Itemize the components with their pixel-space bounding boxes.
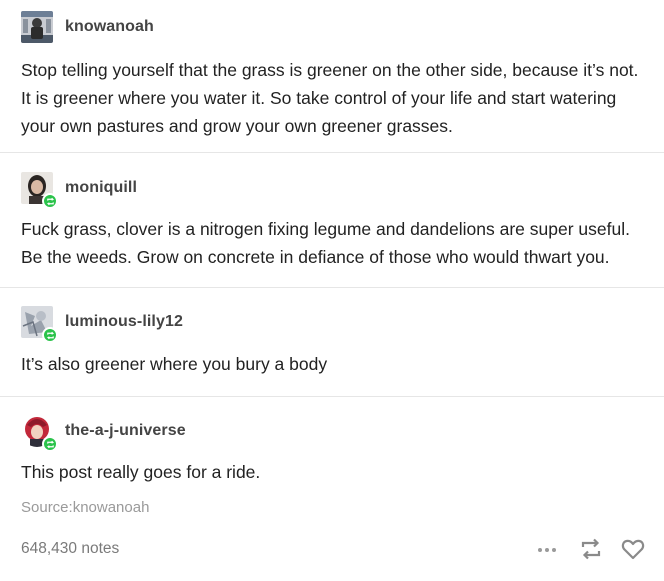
reblog-text: This post really goes for a ride.: [21, 462, 261, 482]
username-link[interactable]: luminous-lily12: [65, 313, 183, 331]
tumblr-post: knowanoah Stop telling yourself that the…: [0, 0, 664, 578]
username-link[interactable]: moniquill: [65, 179, 137, 197]
heart-icon[interactable]: [620, 536, 646, 562]
reblog-header: luminous-lily12: [21, 306, 183, 343]
reblog-header: knowanoah: [21, 11, 154, 43]
reblog-badge-icon: [42, 436, 58, 452]
reblog-entry: luminous-lily12 It’s also greener where …: [0, 288, 664, 396]
reblog-entry: knowanoah Stop telling yourself that the…: [0, 0, 664, 152]
post-actions: [520, 536, 646, 562]
reblog-header: the-a-j-universe: [21, 415, 186, 452]
reblog-header: moniquill: [21, 172, 137, 209]
user-avatar-icon[interactable]: [21, 415, 58, 452]
reblog-entry: moniquill Fuck grass, clover is a nitrog…: [0, 153, 664, 287]
reblog-text: Stop telling yourself that the grass is …: [21, 60, 639, 136]
notes-count[interactable]: 648,430 notes: [21, 540, 119, 558]
user-avatar-icon[interactable]: [21, 11, 53, 43]
reblog-badge-icon: [42, 327, 58, 343]
reblog-text: Fuck grass, clover is a nitrogen fixing …: [21, 219, 630, 267]
source-link[interactable]: Source:knowanoah: [21, 499, 149, 516]
user-avatar-icon[interactable]: [21, 172, 58, 209]
reblog-badge-icon: [42, 193, 58, 209]
username-link[interactable]: the-a-j-universe: [65, 422, 186, 440]
user-avatar-icon[interactable]: [21, 306, 58, 343]
more-options-icon[interactable]: [536, 538, 558, 560]
username-link[interactable]: knowanoah: [65, 18, 154, 36]
post-footer: 648,430 notes: [0, 532, 664, 568]
reblog-text: It’s also greener where you bury a body: [21, 354, 328, 374]
reblog-icon[interactable]: [578, 536, 604, 562]
